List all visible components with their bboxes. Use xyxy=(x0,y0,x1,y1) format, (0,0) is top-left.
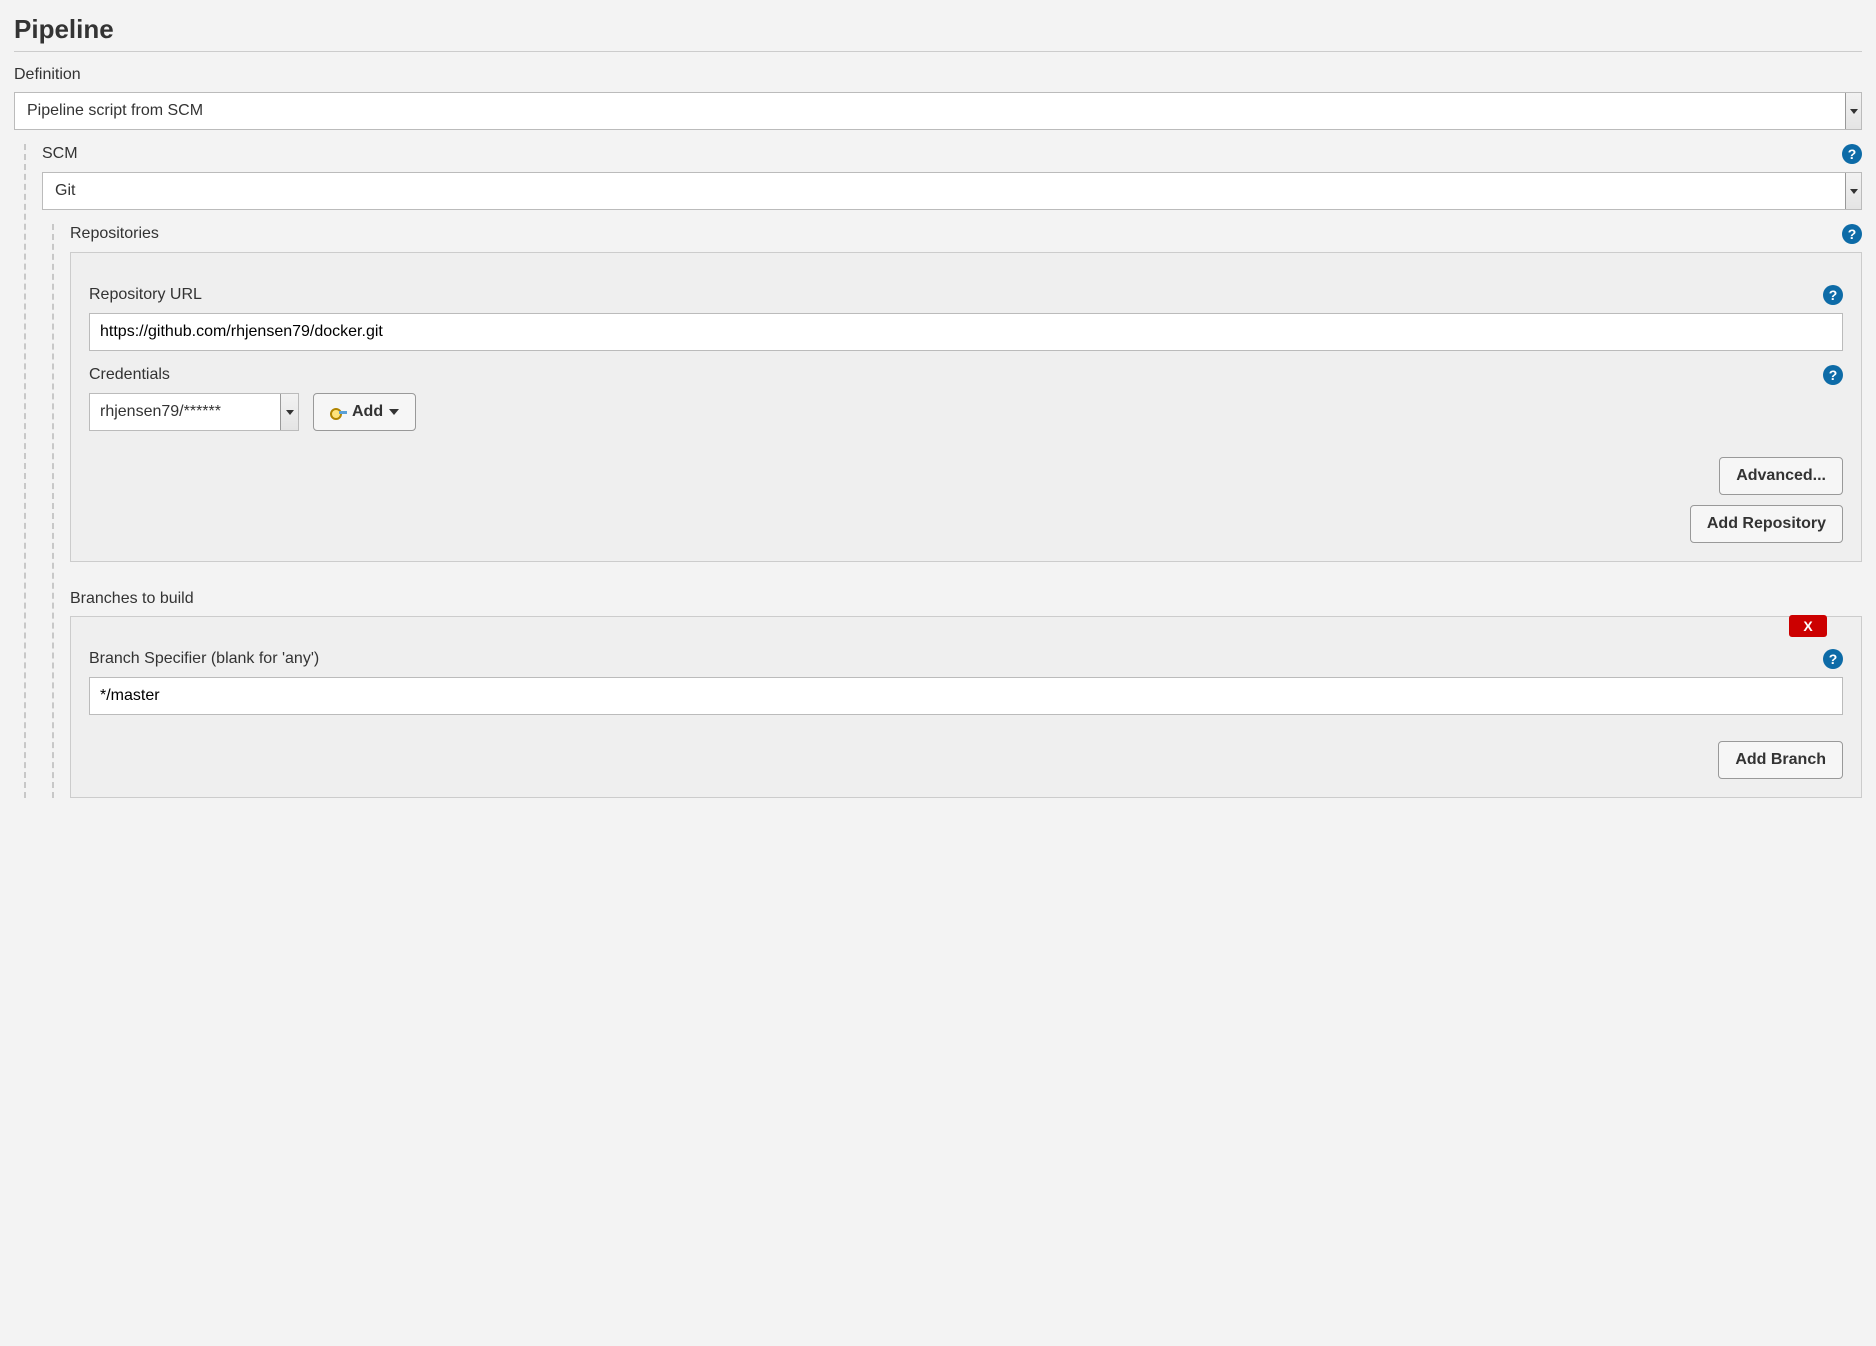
credentials-select[interactable]: rhjensen79/****** xyxy=(89,393,299,431)
help-icon[interactable]: ? xyxy=(1823,365,1843,385)
add-branch-button[interactable]: Add Branch xyxy=(1718,741,1843,779)
branch-specifier-label: Branch Specifier (blank for 'any') xyxy=(89,650,319,668)
section-title: Pipeline xyxy=(14,14,1862,52)
scm-select[interactable]: Git xyxy=(42,172,1862,210)
key-icon xyxy=(330,407,346,417)
help-icon[interactable]: ? xyxy=(1823,285,1843,305)
chevron-down-icon xyxy=(1845,173,1861,209)
definition-select[interactable]: Pipeline script from SCM xyxy=(14,92,1862,130)
repo-url-input[interactable] xyxy=(89,313,1843,351)
advanced-button[interactable]: Advanced... xyxy=(1719,457,1843,495)
branches-label: Branches to build xyxy=(70,590,1862,608)
add-button-label: Add xyxy=(352,403,383,421)
chevron-down-icon xyxy=(280,394,298,430)
branches-panel: X Branch Specifier (blank for 'any') ? A… xyxy=(70,616,1862,798)
help-icon[interactable]: ? xyxy=(1823,649,1843,669)
repo-url-label: Repository URL xyxy=(89,286,202,304)
chevron-down-icon xyxy=(389,409,399,415)
delete-branch-button[interactable]: X xyxy=(1789,615,1827,637)
add-repository-button[interactable]: Add Repository xyxy=(1690,505,1843,543)
add-credentials-button[interactable]: Add xyxy=(313,393,416,431)
scm-select-value: Git xyxy=(55,182,75,200)
help-icon[interactable]: ? xyxy=(1842,144,1862,164)
credentials-label: Credentials xyxy=(89,366,170,384)
help-icon[interactable]: ? xyxy=(1842,224,1862,244)
definition-select-value: Pipeline script from SCM xyxy=(27,102,203,120)
repositories-panel: Repository URL ? Credentials ? rhjensen7… xyxy=(70,252,1862,562)
credentials-select-value: rhjensen79/****** xyxy=(100,403,221,421)
scm-label: SCM xyxy=(42,145,78,163)
chevron-down-icon xyxy=(1845,93,1861,129)
branch-specifier-input[interactable] xyxy=(89,677,1843,715)
repositories-label: Repositories xyxy=(70,225,159,243)
definition-label: Definition xyxy=(14,66,1862,84)
